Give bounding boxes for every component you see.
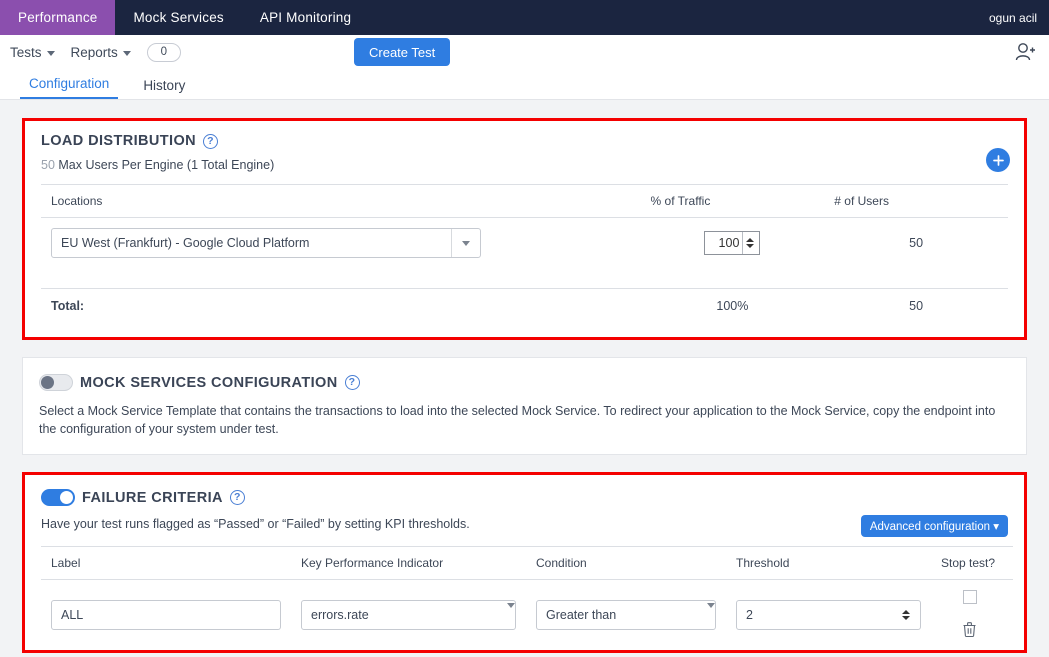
totals-row: Total: 100% 50 bbox=[41, 289, 1008, 324]
stop-test-checkbox[interactable] bbox=[963, 590, 977, 605]
section-title-text: LOAD DISTRIBUTION bbox=[41, 133, 197, 149]
section-title-text: FAILURE CRITERIA bbox=[82, 489, 223, 506]
label-cell: ALL bbox=[41, 580, 291, 650]
stop-test-cell bbox=[931, 580, 1013, 650]
tab-configuration[interactable]: Configuration bbox=[20, 76, 119, 99]
reports-count-badge[interactable]: 0 bbox=[146, 42, 181, 62]
failure-criteria-title: FAILURE CRITERIA ? bbox=[41, 489, 1008, 507]
nav-item-performance[interactable]: Performance bbox=[0, 0, 116, 35]
table-divider bbox=[41, 268, 1008, 289]
chevron-down-icon bbox=[507, 603, 515, 623]
max-users-line: 50 Max Users Per Engine (1 Total Engine) bbox=[41, 158, 1008, 172]
threshold-value: 2 bbox=[746, 608, 753, 623]
account-name[interactable]: ogun acil bbox=[989, 0, 1049, 35]
column-header-stop-test: Stop test? bbox=[931, 546, 1013, 581]
threshold-input[interactable]: 2 bbox=[736, 600, 921, 631]
chevron-down-icon bbox=[122, 50, 131, 56]
nav-item-label: API Monitoring bbox=[259, 10, 352, 25]
total-users: 50 bbox=[909, 299, 924, 313]
condition-select-value: Greater than bbox=[546, 608, 617, 623]
create-test-button[interactable]: Create Test bbox=[354, 38, 451, 66]
threshold-cell: 2 bbox=[726, 580, 931, 650]
column-header-users: # of Users bbox=[824, 184, 1008, 218]
tab-history[interactable]: History bbox=[134, 78, 194, 99]
sub-toolbar: Tests Reports 0 Create Test bbox=[0, 35, 1049, 69]
load-distribution-title: LOAD DISTRIBUTION ? bbox=[41, 133, 1008, 149]
failure-criteria-toggle[interactable] bbox=[41, 489, 75, 507]
nav-item-mock-services[interactable]: Mock Services bbox=[115, 0, 241, 35]
total-label: Total: bbox=[51, 299, 85, 313]
table-row: EU West (Frankfurt) - Google Cloud Platf… bbox=[41, 218, 1008, 269]
reports-menu-label: Reports bbox=[70, 44, 118, 60]
tab-label: Configuration bbox=[29, 76, 110, 91]
mock-services-title: MOCK SERVICES CONFIGURATION ? bbox=[39, 374, 1010, 391]
tests-menu[interactable]: Tests bbox=[10, 45, 55, 60]
help-icon[interactable]: ? bbox=[203, 133, 219, 149]
condition-select[interactable]: Greater than bbox=[536, 600, 716, 631]
kpi-select[interactable]: errors.rate bbox=[301, 600, 516, 631]
tests-menu-label: Tests bbox=[10, 44, 42, 60]
traffic-percent-input[interactable]: 100 bbox=[704, 231, 761, 255]
add-location-button[interactable] bbox=[986, 148, 1010, 172]
column-header-condition: Condition bbox=[526, 546, 726, 581]
top-navigation-bar: Performance Mock Services API Monitoring… bbox=[0, 0, 1049, 35]
users-cell: 50 bbox=[909, 236, 924, 250]
column-header-traffic: % of Traffic bbox=[640, 184, 825, 218]
mock-services-description: Select a Mock Service Template that cont… bbox=[39, 404, 996, 437]
chevron-down-icon bbox=[451, 229, 480, 257]
chevron-down-icon bbox=[707, 603, 715, 623]
nav-item-label: Performance bbox=[18, 10, 98, 25]
help-icon[interactable]: ? bbox=[344, 375, 360, 390]
traffic-percent-value: 100 bbox=[718, 236, 740, 250]
table-header-row: Label Key Performance Indicator Conditio… bbox=[41, 546, 1013, 581]
location-select-value: EU West (Frankfurt) - Google Cloud Platf… bbox=[61, 236, 310, 250]
load-distribution-section: LOAD DISTRIBUTION ? 50 Max Users Per Eng… bbox=[22, 118, 1027, 340]
threshold-spinner[interactable] bbox=[899, 601, 913, 629]
person-add-icon[interactable] bbox=[1015, 42, 1037, 67]
page-tabs: Configuration History bbox=[0, 69, 1049, 100]
reports-menu[interactable]: Reports bbox=[71, 45, 131, 60]
max-users-text: Max Users Per Engine (1 Total Engine) bbox=[58, 158, 275, 172]
mock-services-section: MOCK SERVICES CONFIGURATION ? Select a M… bbox=[22, 357, 1027, 456]
mock-services-toggle[interactable] bbox=[39, 374, 73, 391]
tab-label: History bbox=[143, 78, 186, 93]
column-header-label: Label bbox=[41, 546, 291, 581]
table-row: ALL errors.rate Greater than 2 bbox=[41, 580, 1013, 650]
condition-cell: Greater than bbox=[526, 580, 726, 650]
nav-item-label: Mock Services bbox=[133, 10, 224, 25]
traffic-spinner[interactable] bbox=[742, 232, 757, 254]
failure-criteria-section: FAILURE CRITERIA ? Have your test runs f… bbox=[22, 472, 1027, 654]
load-distribution-table: Locations % of Traffic # of Users EU Wes… bbox=[41, 184, 1008, 323]
advanced-configuration-label: Advanced configuration bbox=[869, 521, 991, 534]
kpi-cell: errors.rate bbox=[291, 580, 526, 650]
chevron-down-icon bbox=[46, 50, 55, 56]
max-users-value: 50 bbox=[41, 158, 55, 172]
criteria-label-input[interactable]: ALL bbox=[51, 600, 281, 631]
section-title-text: MOCK SERVICES CONFIGURATION bbox=[80, 374, 338, 391]
total-traffic: 100% bbox=[716, 299, 749, 313]
trash-icon[interactable] bbox=[963, 622, 976, 640]
table-header-row: Locations % of Traffic # of Users bbox=[41, 184, 1008, 218]
nav-item-api-monitoring[interactable]: API Monitoring bbox=[242, 0, 369, 35]
location-cell: EU West (Frankfurt) - Google Cloud Platf… bbox=[41, 218, 641, 269]
kpi-select-value: errors.rate bbox=[311, 608, 369, 623]
traffic-cell: 100 bbox=[641, 218, 825, 269]
help-icon[interactable]: ? bbox=[229, 490, 245, 506]
column-header-kpi: Key Performance Indicator bbox=[291, 546, 526, 581]
column-header-locations: Locations bbox=[41, 184, 641, 218]
advanced-configuration-button[interactable]: Advanced configuration ▾ bbox=[860, 515, 1008, 538]
column-header-threshold: Threshold bbox=[726, 546, 931, 581]
configuration-page: LOAD DISTRIBUTION ? 50 Max Users Per Eng… bbox=[0, 118, 1049, 657]
failure-criteria-table: Label Key Performance Indicator Conditio… bbox=[41, 546, 1013, 650]
location-select[interactable]: EU West (Frankfurt) - Google Cloud Platf… bbox=[51, 228, 481, 258]
